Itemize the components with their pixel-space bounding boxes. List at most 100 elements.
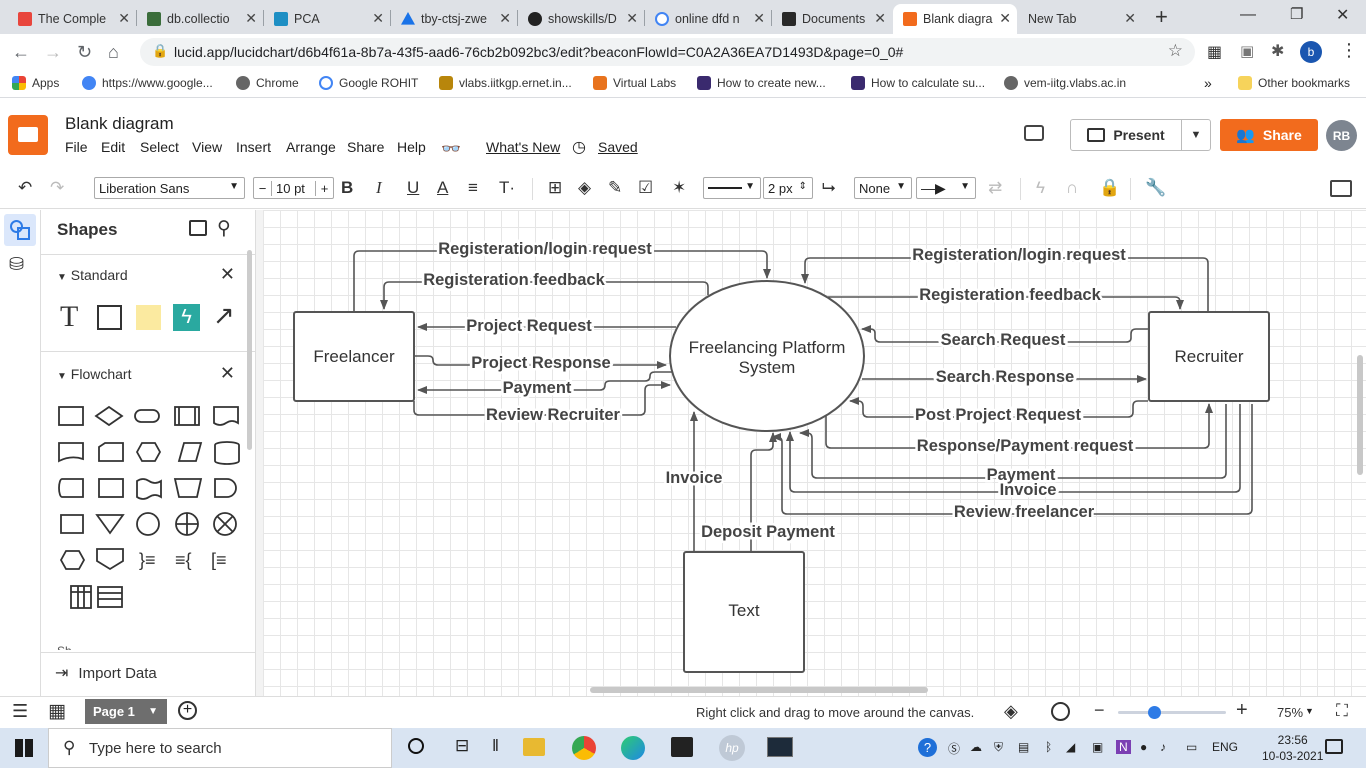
taskbar-search-field[interactable]: ⚲ Type here to search <box>48 728 392 768</box>
label-r-reg-fb[interactable]: Registeration feedback <box>917 284 1104 307</box>
reload-icon[interactable]: ↻ <box>77 42 92 63</box>
font-size-stepper[interactable]: − 10 pt + <box>253 177 334 199</box>
bookmark-item[interactable]: vem-iitg.vlabs.ac.in <box>1004 76 1126 90</box>
onenote-icon[interactable]: N <box>1116 740 1131 754</box>
zoom-slider-track[interactable] <box>1118 711 1226 714</box>
label-r-post[interactable]: Post Project Request <box>913 404 1084 427</box>
input-language[interactable]: ENG <box>1212 740 1238 754</box>
label-r-search-resp[interactable]: Search Response <box>933 366 1076 389</box>
layers-icon[interactable]: ◈ <box>1004 701 1018 722</box>
menu-edit[interactable]: Edit <box>101 139 125 155</box>
label-f-review[interactable]: Review Recruiter <box>484 404 623 427</box>
close-icon[interactable]: ✕ <box>1124 10 1136 27</box>
style-icon[interactable]: ☑ <box>638 178 653 198</box>
swap-icon[interactable]: ⇄ <box>988 178 1002 198</box>
fill-color-icon[interactable]: ◈ <box>578 178 591 198</box>
shape-options-icon[interactable]: ⊞ <box>548 178 562 198</box>
browser-tab[interactable]: Documents ✕ <box>772 4 892 34</box>
browser-tab[interactable]: online dfd n ✕ <box>645 4 771 34</box>
skype-icon[interactable]: Ⓢ <box>948 740 960 757</box>
help-icon[interactable]: ? <box>918 738 937 757</box>
bookmark-apps[interactable]: Apps <box>12 76 59 90</box>
panel-toggle-icon[interactable] <box>1330 180 1352 197</box>
diagram-canvas[interactable]: Freelancer Freelancing Platform System R… <box>263 210 1366 696</box>
data-icon[interactable]: ⛁ <box>9 254 24 275</box>
cortana-icon[interactable] <box>408 738 424 754</box>
bookmark-item[interactable]: How to calculate su... <box>851 76 985 90</box>
battery-icon[interactable]: ▭ <box>1186 740 1197 754</box>
restore-icon[interactable]: ❐ <box>1290 5 1303 23</box>
underline-icon[interactable]: U <box>407 178 419 198</box>
bookmark-other[interactable]: Other bookmarks <box>1238 76 1350 90</box>
menu-help[interactable]: Help <box>397 139 426 155</box>
lucid-logo-icon[interactable] <box>8 115 48 155</box>
line-width-select[interactable]: 2 px ⇕ <box>763 177 813 199</box>
bold-icon[interactable]: B <box>341 178 353 198</box>
close-icon[interactable]: ✕ <box>220 264 235 285</box>
zoom-slider-knob[interactable] <box>1148 706 1161 719</box>
user-avatar[interactable]: RB <box>1326 120 1357 151</box>
menu-select[interactable]: Select <box>140 139 179 155</box>
font-family-select[interactable]: Liberation Sans ▼ <box>94 177 245 199</box>
windows-start-icon[interactable] <box>15 739 33 757</box>
menu-share[interactable]: Share <box>347 139 384 155</box>
import-data-button[interactable]: ⇥ Import Data <box>55 663 157 683</box>
font-size-value[interactable]: 10 pt <box>272 181 309 196</box>
kebab-menu-icon[interactable]: ⋮ <box>1340 40 1358 61</box>
close-icon[interactable]: ✕ <box>118 10 130 27</box>
line-color-icon[interactable]: ✎ <box>608 178 622 198</box>
shapes-tab-active[interactable] <box>4 214 36 246</box>
menu-view[interactable]: View <box>192 139 222 155</box>
cloud-icon[interactable]: ☁ <box>970 740 982 754</box>
text-color-icon[interactable]: A <box>437 178 448 198</box>
system-clock[interactable]: 23:56 10-03-2021 <box>1262 732 1323 764</box>
magic-wand-icon[interactable]: ✶ <box>672 178 686 198</box>
hp-icon[interactable]: hp <box>719 735 745 761</box>
notification-app-icon[interactable]: ● <box>1140 740 1147 754</box>
label-invoice[interactable]: Invoice <box>663 467 725 490</box>
arrow-start-select[interactable]: None ▼ <box>854 177 912 199</box>
extension-icon[interactable]: ▣ <box>1240 42 1254 60</box>
redo-icon[interactable]: ↷ <box>50 178 64 198</box>
bookmark-item[interactable]: vlabs.iitkgp.ernet.in... <box>439 76 572 90</box>
zoom-level[interactable]: 75% <box>1277 705 1303 720</box>
close-icon[interactable]: ✕ <box>220 363 235 384</box>
caret-down-icon[interactable]: ▼ <box>1305 706 1314 716</box>
browser-tab[interactable]: New Tab ✕ <box>1018 4 1142 34</box>
close-icon[interactable]: ✕ <box>499 10 511 27</box>
saved-link[interactable]: Saved <box>598 139 638 155</box>
canvas-horizontal-scrollbar[interactable] <box>590 687 928 693</box>
fullscreen-icon[interactable]: ⛶ <box>1336 701 1348 721</box>
document-title[interactable]: Blank diagram <box>65 114 174 134</box>
decrease-icon[interactable]: − <box>254 180 272 196</box>
increase-icon[interactable]: + <box>315 180 333 196</box>
panel-scrollbar[interactable] <box>247 250 252 450</box>
label-r-reg-req[interactable]: Registeration/login request <box>910 244 1129 267</box>
close-icon[interactable]: ✕ <box>753 10 765 27</box>
close-icon[interactable]: ✕ <box>372 10 384 27</box>
edge-icon[interactable] <box>621 736 645 760</box>
wrench-icon[interactable]: 🔧 <box>1145 178 1166 198</box>
apps-grid-icon[interactable]: ▦ <box>1207 42 1222 62</box>
comment-icon[interactable] <box>1024 125 1044 141</box>
minimize-icon[interactable]: — <box>1240 6 1256 24</box>
label-r-invoice[interactable]: Invoice <box>997 479 1059 502</box>
list-view-icon[interactable]: ☰ <box>12 701 28 722</box>
browser-tab[interactable]: tby-ctsj-zwe ✕ <box>391 4 517 34</box>
label-deposit[interactable]: Deposit Payment <box>699 521 838 544</box>
zoom-out-icon[interactable]: − <box>1094 700 1105 721</box>
bookmark-item[interactable]: How to create new... <box>697 76 826 90</box>
section-standard[interactable]: ▼ Standard <box>57 267 128 283</box>
close-icon[interactable]: ✕ <box>874 10 886 27</box>
store-icon[interactable] <box>671 737 693 757</box>
browser-tab[interactable]: db.collectio ✕ <box>137 4 263 34</box>
label-f-proj-resp[interactable]: Project Response <box>469 352 613 375</box>
terminal-icon[interactable] <box>767 737 793 757</box>
chevron-more-icon[interactable]: » <box>1204 75 1212 91</box>
menu-arrange[interactable]: Arrange <box>286 139 336 155</box>
flowchart-shapes[interactable]: }≡ ≡{ [≡ <box>41 395 256 615</box>
section-flowchart[interactable]: ▼ Flowchart <box>57 366 131 382</box>
close-icon[interactable]: ✕ <box>999 10 1011 27</box>
close-icon[interactable]: ✕ <box>626 10 638 27</box>
bluetooth-icon[interactable]: ᛒ <box>1045 740 1052 754</box>
